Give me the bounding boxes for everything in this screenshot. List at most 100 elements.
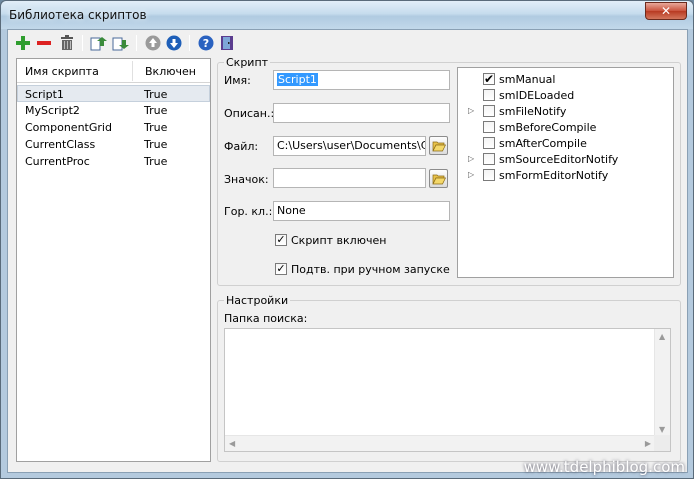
script-enabled-checkbox[interactable]: ✓ [275, 234, 287, 246]
description-label: Описан.: [224, 107, 275, 120]
row-name: CurrentClass [25, 138, 96, 151]
remove-script-button[interactable] [35, 34, 53, 52]
help-icon: ? [198, 35, 214, 51]
expand-arrow-icon[interactable]: ▷ [468, 154, 474, 163]
browse-file-button[interactable] [429, 136, 448, 155]
column-header-enabled[interactable]: Включен [145, 65, 196, 78]
tree-item[interactable]: ▷ smFormEditorNotify [458, 168, 673, 184]
row-enabled: True [144, 138, 168, 151]
scroll-down-arrow-icon[interactable]: ▼ [659, 425, 665, 434]
event-checkbox[interactable] [483, 89, 495, 101]
file-label: Файл: [224, 140, 259, 153]
event-label: smFileNotify [499, 105, 567, 118]
icon-field[interactable] [273, 168, 426, 188]
column-header-name[interactable]: Имя скрипта [25, 65, 99, 78]
import-icon [90, 37, 107, 51]
search-folder-label: Папка поиска: [224, 312, 308, 325]
icon-label: Значок: [224, 173, 269, 186]
scroll-up-arrow-icon[interactable]: ▲ [659, 332, 665, 341]
settings-group-title: Настройки [224, 294, 291, 307]
name-label: Имя: [224, 74, 251, 87]
arrow-down-icon [166, 35, 182, 51]
delete-script-button[interactable] [58, 34, 76, 52]
event-label: smIDELoaded [499, 89, 575, 102]
import-button[interactable] [90, 34, 108, 52]
folder-open-icon [431, 174, 446, 184]
row-enabled: True [144, 104, 168, 117]
confirm-manual-run-checkbox[interactable]: ✓ [275, 263, 287, 275]
scroll-left-arrow-icon[interactable]: ◀ [229, 439, 235, 448]
list-row[interactable]: CurrentProc True [17, 153, 210, 170]
export-button[interactable] [112, 34, 130, 52]
tree-item[interactable]: smBeforeCompile [458, 120, 673, 136]
row-name: MyScript2 [25, 104, 80, 117]
scrollbar-corner [654, 435, 670, 451]
expand-arrow-icon[interactable]: ▷ [468, 170, 474, 179]
event-label: smFormEditorNotify [499, 169, 609, 182]
close-button[interactable]: ✕ [645, 2, 687, 20]
row-enabled: True [144, 121, 168, 134]
main-window: Библиотека скриптов ✕ ? Имя скрипта Вклю… [0, 0, 694, 479]
event-checkbox[interactable] [483, 169, 495, 181]
list-header: Имя скрипта Включен [17, 59, 210, 83]
row-enabled: True [144, 155, 168, 168]
script-list[interactable]: Имя скрипта Включен Script1 True MyScrip… [16, 58, 211, 462]
minus-icon [37, 41, 51, 45]
export-icon [112, 37, 129, 51]
svg-text:?: ? [203, 37, 209, 50]
arrow-up-icon [145, 35, 161, 51]
tree-item[interactable]: ✔ smManual [458, 72, 673, 88]
event-checkbox[interactable]: ✔ [483, 73, 495, 85]
plus-icon [16, 36, 30, 50]
list-row[interactable]: ComponentGrid True [17, 119, 210, 136]
event-label: smBeforeCompile [499, 121, 597, 134]
browse-icon-button[interactable] [429, 169, 448, 188]
tree-item[interactable]: ▷ smSourceEditorNotify [458, 152, 673, 168]
folder-open-icon [431, 141, 446, 151]
event-label: smAfterCompile [499, 137, 587, 150]
list-row[interactable]: Script1 True [17, 85, 210, 102]
search-folder-memo[interactable]: ▲ ▼ ◀ ▶ [224, 328, 671, 452]
add-script-button[interactable] [14, 34, 32, 52]
move-down-button[interactable] [165, 34, 183, 52]
help-button[interactable]: ? [197, 34, 215, 52]
script-enabled-label[interactable]: Скрипт включен [291, 234, 386, 247]
toolbar: ? [8, 30, 687, 58]
event-label: smSourceEditorNotify [499, 153, 619, 166]
client-area: ? Имя скрипта Включен Script1 True MyScr… [7, 29, 688, 473]
tree-item[interactable]: ▷ smFileNotify [458, 104, 673, 120]
vertical-scrollbar[interactable]: ▲ ▼ [654, 329, 670, 437]
event-checkbox[interactable] [483, 153, 495, 165]
events-tree[interactable]: ✔ smManual smIDELoaded ▷ smFileNotify sm… [457, 67, 674, 278]
title-bar[interactable]: Библиотека скриптов ✕ [1, 1, 693, 29]
event-label: smManual [499, 73, 556, 86]
event-checkbox[interactable] [483, 121, 495, 133]
tree-item[interactable]: smAfterCompile [458, 136, 673, 152]
row-enabled: True [144, 88, 168, 101]
hotkey-field[interactable]: None [273, 201, 450, 221]
event-checkbox[interactable] [483, 137, 495, 149]
name-value: Script1 [277, 73, 318, 86]
horizontal-scrollbar[interactable]: ◀ ▶ [225, 435, 655, 451]
trash-icon [61, 35, 73, 50]
hotkey-label: Гор. кл.: [224, 205, 273, 218]
move-up-button[interactable] [144, 34, 162, 52]
row-name: Script1 [25, 88, 64, 101]
script-group-title: Скрипт [224, 56, 271, 69]
event-checkbox[interactable] [483, 105, 495, 117]
window-title: Библиотека скриптов [9, 8, 147, 22]
list-row[interactable]: MyScript2 True [17, 102, 210, 119]
description-field[interactable] [273, 103, 450, 123]
tree-item[interactable]: smIDELoaded [458, 88, 673, 104]
list-row[interactable]: CurrentClass True [17, 136, 210, 153]
confirm-manual-run-label[interactable]: Подтв. при ручном запуске [291, 263, 450, 276]
name-field[interactable]: Script1 [273, 70, 450, 90]
file-field[interactable]: C:\Users\user\Documents\CnW [273, 136, 426, 156]
expand-arrow-icon[interactable]: ▷ [468, 106, 474, 115]
row-name: ComponentGrid [25, 121, 112, 134]
watermark: www.tdelphiblog.com [523, 458, 685, 476]
exit-button[interactable] [218, 34, 236, 52]
door-icon [221, 36, 233, 50]
scroll-right-arrow-icon[interactable]: ▶ [645, 439, 651, 448]
row-name: CurrentProc [25, 155, 90, 168]
